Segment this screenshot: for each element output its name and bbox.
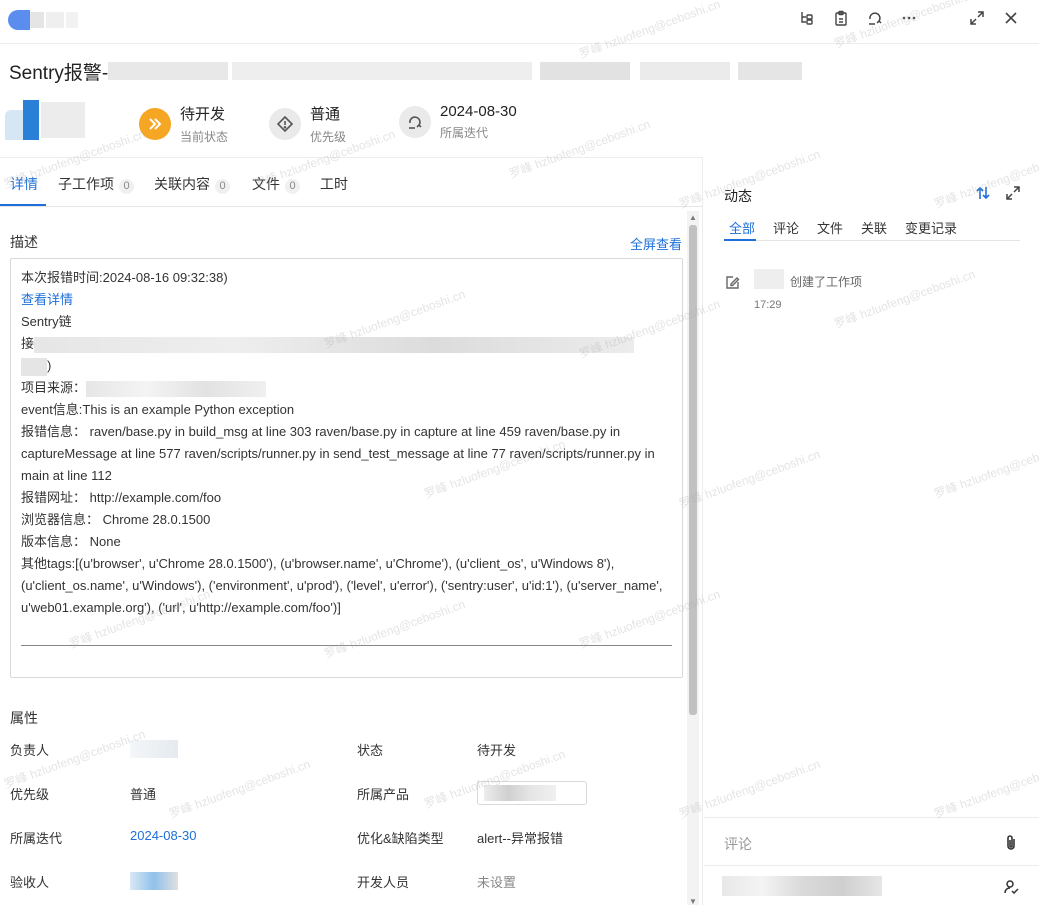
top-bar: [0, 0, 1039, 44]
iteration-value[interactable]: 2024-08-30: [130, 828, 197, 843]
meta-status[interactable]: 待开发 当前状态: [139, 103, 228, 145]
expand-icon[interactable]: [1005, 185, 1021, 204]
iteration-value: 2024-08-30: [440, 103, 517, 120]
vertical-scrollbar[interactable]: ▲ ▼: [687, 211, 699, 905]
clipboard-icon[interactable]: [831, 8, 851, 28]
scroll-up-icon[interactable]: ▲: [689, 213, 697, 222]
acceptor-value[interactable]: [130, 872, 178, 893]
prop-row: 负责人 状态 待开发: [10, 740, 680, 760]
description-content: 本次报错时间:2024-08-16 09:32:38) 查看详情 Sentry链…: [10, 258, 683, 678]
comment-bar: 评论: [704, 817, 1039, 867]
desc-link-redacted: 接: [21, 333, 672, 355]
iteration-cycle-icon: [399, 106, 431, 138]
tab-subitems[interactable]: 子工作项 0: [58, 174, 134, 194]
prop-row: 优先级 普通 所属产品: [10, 781, 680, 805]
priority-label: 优先级: [10, 787, 50, 802]
defect-type-label: 优化&缺陷类型: [357, 831, 444, 846]
edit-icon: [724, 275, 740, 294]
tab-activity-comments[interactable]: 评论: [773, 218, 799, 237]
desc-source: 项目来源：: [21, 377, 672, 399]
attachment-icon[interactable]: [1003, 834, 1019, 855]
meta-iteration[interactable]: 2024-08-30 所属迭代: [399, 103, 517, 141]
divider: [21, 645, 672, 646]
prop-row: 所属迭代 2024-08-30 优化&缺陷类型 alert--异常报错: [10, 828, 680, 848]
activity-time: 17:29: [754, 299, 782, 311]
priority-label: 优先级: [310, 130, 347, 144]
active-tab-indicator: [724, 239, 756, 241]
meta-priority[interactable]: 普通 优先级: [269, 103, 346, 145]
double-arrow-right-icon: [139, 108, 171, 140]
desc-time: 本次报错时间:2024-08-16 09:32:38): [21, 270, 228, 285]
tab-activity-related[interactable]: 关联: [861, 218, 887, 237]
activity-title: 动态: [724, 188, 752, 204]
product-label: 所属产品: [357, 787, 410, 802]
follow-icon[interactable]: [1003, 879, 1019, 898]
activity-tabs: 全部 评论 文件 关联 变更记录: [724, 213, 1020, 241]
status-label: 状态: [357, 743, 384, 758]
redacted-user-list: [722, 876, 882, 896]
sort-icon[interactable]: [975, 185, 991, 204]
view-details-link[interactable]: 查看详情: [21, 292, 73, 307]
priority-diamond-icon: [269, 108, 301, 140]
description-heading: 描述: [10, 234, 38, 250]
tab-activity-all[interactable]: 全部: [729, 218, 755, 237]
iteration-label: 所属迭代: [440, 126, 489, 140]
developer-label: 开发人员: [357, 875, 410, 890]
scrollbar-thumb[interactable]: [689, 225, 697, 715]
tab-worktime[interactable]: 工时: [320, 174, 348, 194]
activity-pane: 动态 全部 评论 文件 关联 变更记录 创建了工作项 17:29 评论: [704, 157, 1039, 905]
desc-browser: 浏览器信息： Chrome 28.0.1500: [21, 512, 211, 527]
product-select[interactable]: [477, 781, 587, 805]
status-value: 待开发: [180, 106, 226, 123]
redacted-project-logo: [8, 10, 80, 30]
status-value[interactable]: 待开发: [477, 740, 516, 759]
desc-url: 报错网址： http://example.com/foo: [21, 490, 222, 505]
comment-input[interactable]: 评论: [724, 834, 752, 854]
iteration-cycle-icon[interactable]: [865, 8, 885, 28]
redacted-user: [754, 269, 784, 289]
desc-sentry-link: Sentry链: [21, 314, 72, 329]
desc-error-info: 报错信息： raven/base.py in build_msg at line…: [21, 424, 655, 483]
desc-tags: 其他tags:[(u'browser', u'Chrome 28.0.1500'…: [21, 556, 663, 615]
detail-tabs: 详情 子工作项 0 关联内容 0 文件 0 工时: [0, 158, 702, 207]
tab-details[interactable]: 详情: [10, 174, 38, 194]
status-label: 当前状态: [180, 130, 229, 144]
more-icon[interactable]: [899, 8, 919, 28]
close-icon[interactable]: [1001, 8, 1021, 28]
properties-heading: 属性: [10, 710, 38, 726]
scroll-down-icon[interactable]: ▼: [689, 897, 697, 905]
priority-value: 普通: [310, 106, 341, 123]
tab-activity-files[interactable]: 文件: [817, 218, 843, 237]
hierarchy-icon[interactable]: [797, 8, 817, 28]
defect-type-value[interactable]: alert--异常报错: [477, 828, 563, 847]
desc-version: 版本信息： None: [21, 534, 121, 549]
assignee-label: 负责人: [10, 743, 50, 758]
tab-related[interactable]: 关联内容 0: [154, 174, 230, 194]
tab-files[interactable]: 文件 0: [252, 174, 300, 194]
desc-event: event信息:This is an example Python except…: [21, 402, 295, 417]
developer-value[interactable]: 未设置: [477, 872, 516, 891]
expand-icon[interactable]: [967, 8, 987, 28]
active-tab-indicator: [0, 204, 46, 206]
priority-value[interactable]: 普通: [130, 784, 156, 803]
fullscreen-view-link[interactable]: 全屏查看: [630, 234, 682, 253]
desc-link-end: ): [21, 355, 672, 377]
details-pane: 详情 子工作项 0 关联内容 0 文件 0 工时 描述 全屏查看 本次报错时间:202…: [0, 157, 703, 905]
iteration-label: 所属迭代: [10, 831, 63, 846]
tab-activity-changelog[interactable]: 变更记录: [905, 218, 957, 237]
acceptor-label: 验收人: [10, 875, 50, 890]
bottom-bar: [704, 865, 1039, 905]
prop-row: 验收人 开发人员 未设置: [10, 872, 680, 892]
assignee-value[interactable]: [130, 740, 178, 761]
activity-text: 创建了工作项: [790, 275, 863, 289]
page-title: Sentry报警-: [9, 63, 109, 84]
avatar: [5, 100, 85, 140]
